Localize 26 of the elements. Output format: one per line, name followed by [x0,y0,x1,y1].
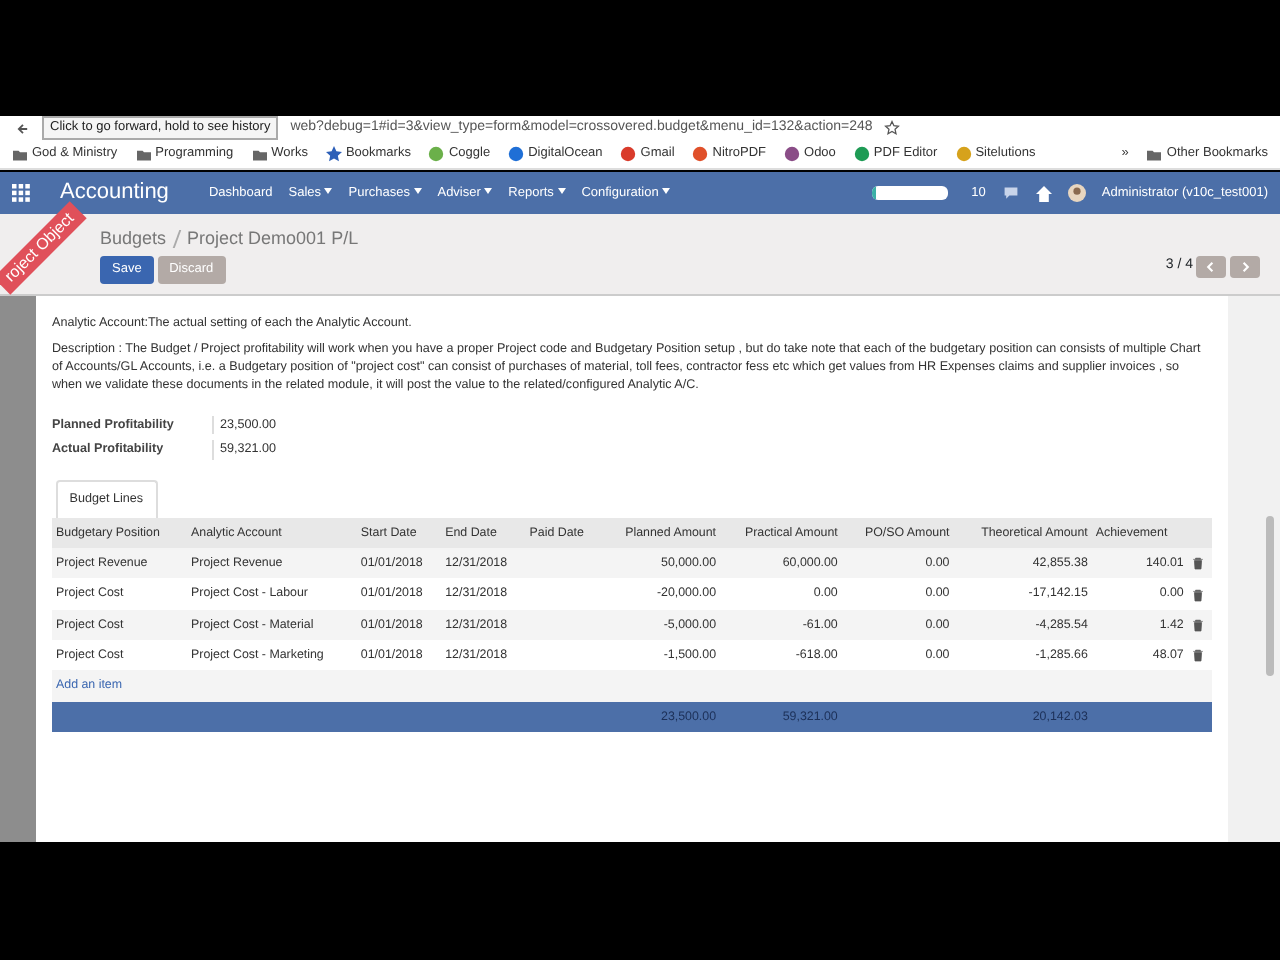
breadcrumb-separator [172,230,181,248]
caret-icon [484,188,493,195]
star-icon[interactable] [884,120,901,136]
chat-icon[interactable] [1001,185,1020,201]
caret-icon [557,188,566,195]
star-icon [325,146,342,162]
caret-icon [413,188,422,195]
folder-icon [135,147,152,161]
apps-icon[interactable] [12,184,30,202]
breadcrumb-current: Project Demo001 P/L [187,226,359,252]
chevron-left-icon [1204,260,1219,274]
folder-icon [1146,147,1163,161]
back-icon[interactable] [16,121,30,135]
trash-icon[interactable] [1191,587,1204,602]
trash-icon[interactable] [1191,648,1204,663]
trash-icon[interactable] [1191,556,1204,571]
trash-icon[interactable] [1191,617,1204,632]
avatar-icon[interactable] [1067,184,1086,202]
progress-bar [872,186,949,200]
chevron-right-icon [1238,260,1252,274]
folder-icon [251,147,268,161]
caret-icon [662,188,671,195]
caret-icon [324,188,333,195]
breadcrumb-link[interactable]: Budgets [100,226,167,253]
home-icon[interactable] [1035,185,1052,201]
folder-icon [12,147,28,161]
